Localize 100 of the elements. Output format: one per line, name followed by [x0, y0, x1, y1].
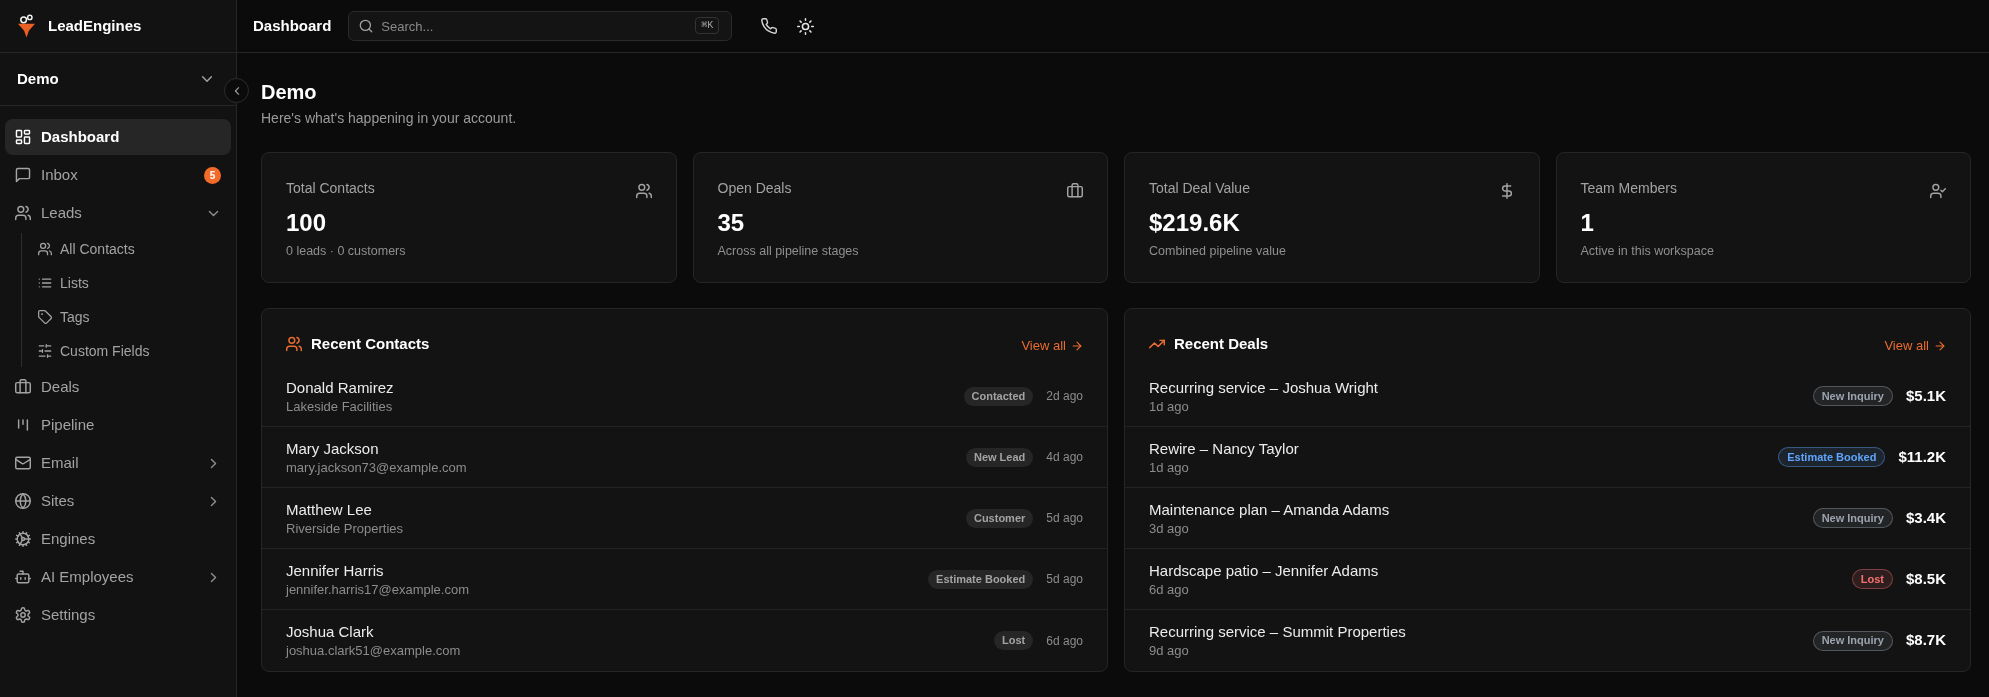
- users-icon: [286, 336, 302, 352]
- phone-icon: [761, 18, 778, 34]
- stage-badge: New Inquiry: [1812, 630, 1893, 651]
- sidebar-item[interactable]: Sites: [5, 483, 231, 519]
- page-title: Dashboard: [253, 15, 332, 36]
- time-ago: 4d ago: [1046, 449, 1083, 466]
- time-ago: 2d ago: [1046, 388, 1083, 405]
- contact-name: Matthew Lee: [286, 499, 373, 520]
- sidebar-subitem[interactable]: Tags: [26, 301, 231, 333]
- contact-detail: mary.jackson73@example.com: [286, 458, 467, 476]
- workspace-switcher[interactable]: Demo: [10, 61, 226, 97]
- chat-bubble-icon: [15, 167, 31, 183]
- sun-icon: [796, 17, 814, 35]
- time-ago: 9d ago: [1149, 642, 1190, 659]
- users-icon: [15, 205, 31, 221]
- sidebar-subitem[interactable]: All Contacts: [26, 233, 231, 265]
- sidebar-subitem[interactable]: Lists: [26, 267, 231, 299]
- stage-badge: Estimate Booked: [1778, 447, 1886, 467]
- contact-detail: Lakeside Facilities: [286, 397, 394, 415]
- sidebar-item[interactable]: AI Employees: [5, 559, 231, 595]
- contact-name: Jennifer Harris: [286, 560, 385, 581]
- deal-title: Recurring service – Joshua Wright: [1149, 377, 1378, 398]
- status-badge: Customer: [965, 508, 1034, 528]
- deal-title: Rewire – Nancy Taylor: [1149, 438, 1299, 459]
- stat-note: Across all pipeline stages: [717, 243, 860, 259]
- card-title: Recent Deals: [1174, 334, 1269, 354]
- unread-count-badge: 5: [204, 166, 221, 184]
- list-icon: [38, 276, 52, 290]
- deal-title: Hardscape patio – Jennifer Adams: [1149, 560, 1379, 581]
- deal-amount: $8.5K: [1905, 568, 1946, 589]
- stage-badge: New Inquiry: [1812, 508, 1893, 528]
- cog-icon: [15, 531, 31, 547]
- arrow-right-icon: [1934, 340, 1946, 352]
- deal-title: Maintenance plan – Amanda Adams: [1149, 499, 1390, 520]
- sidebar-item[interactable]: Engines: [5, 521, 231, 557]
- sidebar-item[interactable]: Leads: [5, 195, 231, 231]
- kanban-icon: [15, 417, 31, 433]
- user-check-icon: [1930, 183, 1946, 199]
- sidebar-item[interactable]: Dashboard: [5, 119, 231, 155]
- tag-icon: [38, 310, 52, 324]
- view-all-link[interactable]: View all: [1884, 337, 1946, 355]
- shortcut-hint: ⌘K: [695, 17, 720, 34]
- deal-amount: $5.1K: [1905, 385, 1946, 406]
- funnel-logo-icon: [17, 14, 36, 38]
- stat-label: Open Deals: [717, 179, 792, 198]
- contact-detail: Riverside Properties: [286, 519, 404, 537]
- contact-name: Donald Ramirez: [286, 377, 394, 398]
- stage-badge: Lost: [1851, 569, 1893, 589]
- status-badge: Estimate Booked: [928, 569, 1034, 589]
- layout-grid-icon: [15, 129, 31, 145]
- stat-value: 100: [286, 208, 328, 238]
- globe-icon: [15, 493, 31, 509]
- page-subtitle: Here's what's happening in your account.: [261, 109, 518, 128]
- time-ago: 6d ago: [1046, 632, 1083, 650]
- stat-value: 35: [717, 208, 746, 238]
- time-ago: 5d ago: [1046, 510, 1083, 527]
- sidebar-item[interactable]: Pipeline: [5, 407, 231, 443]
- view-all-link[interactable]: View all: [1021, 337, 1083, 355]
- briefcase-icon: [15, 379, 31, 395]
- collapse-sidebar-button[interactable]: [224, 78, 249, 103]
- time-ago: 1d ago: [1149, 397, 1190, 415]
- time-ago: 3d ago: [1149, 519, 1190, 537]
- stat-value: 1: [1580, 208, 1595, 238]
- briefcase-icon: [1067, 183, 1083, 199]
- contact-name: Mary Jackson: [286, 438, 380, 459]
- page-heading: Demo: [261, 80, 318, 105]
- time-ago: 5d ago: [1046, 571, 1083, 588]
- contact-detail: joshua.clark51@example.com: [286, 642, 461, 659]
- stat-note: Active in this workspace: [1580, 243, 1715, 259]
- envelope-icon: [15, 455, 31, 471]
- card-title: Recent Contacts: [311, 334, 430, 354]
- stat-label: Total Deal Value: [1149, 179, 1250, 198]
- time-ago: 1d ago: [1149, 458, 1190, 476]
- deal-amount: $8.7K: [1905, 630, 1946, 651]
- status-badge: Lost: [994, 631, 1034, 650]
- stat-note: Combined pipeline value: [1149, 243, 1287, 259]
- sidebar-item[interactable]: Deals: [5, 369, 231, 405]
- deal-amount: $3.4K: [1905, 507, 1946, 528]
- time-ago: 6d ago: [1149, 580, 1190, 598]
- settings-icon: [15, 607, 31, 623]
- arrow-right-icon: [1071, 340, 1083, 352]
- contact-name: Joshua Clark: [286, 622, 375, 642]
- users-icon: [635, 183, 652, 199]
- users-icon: [38, 242, 52, 256]
- sidebar-subitem[interactable]: Custom Fields: [26, 335, 231, 367]
- status-badge: New Lead: [965, 447, 1034, 467]
- stat-note: 0 leads · 0 customers: [286, 243, 407, 259]
- contact-detail: jennifer.harris17@example.com: [286, 580, 469, 598]
- status-badge: Contacted: [963, 386, 1034, 406]
- brand-name: LeadEngines: [48, 15, 142, 36]
- search-icon: [359, 19, 374, 33]
- sidebar-item[interactable]: Email: [5, 445, 231, 481]
- sidebar-item[interactable]: Settings: [5, 597, 231, 633]
- stat-label: Team Members: [1580, 179, 1677, 198]
- stage-badge: New Inquiry: [1812, 386, 1893, 406]
- robot-icon: [15, 569, 31, 585]
- deal-amount: $11.2K: [1898, 446, 1946, 467]
- deal-title: Recurring service – Summit Properties: [1149, 622, 1406, 642]
- stat-label: Total Contacts: [286, 179, 375, 198]
- sidebar-item[interactable]: Inbox 5: [5, 157, 231, 193]
